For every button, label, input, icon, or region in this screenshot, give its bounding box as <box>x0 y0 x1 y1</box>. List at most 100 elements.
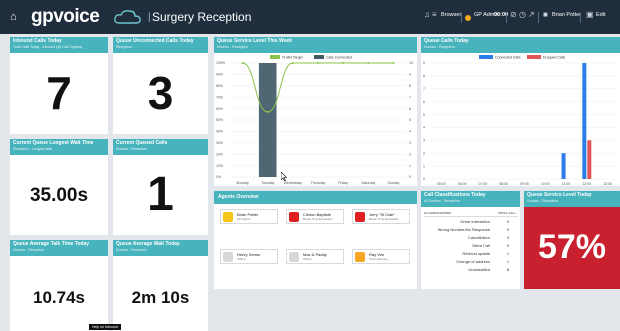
x-tick-label: 06:00 <box>458 182 467 186</box>
user-icon[interactable]: ■ <box>543 10 548 19</box>
divider <box>506 12 507 23</box>
classification-count: 0 <box>506 242 510 248</box>
kpi-value: 10.74s <box>33 288 85 307</box>
y2-tick-label: 0 <box>409 175 411 179</box>
bar <box>587 140 592 179</box>
x-tick-label: 11:00 <box>562 182 571 186</box>
x-tick-label: 08:00 <box>499 182 508 186</box>
legend-swatch <box>527 55 541 59</box>
home-icon[interactable]: ⌂ <box>10 11 17 23</box>
user-name[interactable]: Brian Potter <box>552 12 581 18</box>
x-tick-label: Monday <box>236 181 249 185</box>
line-point <box>342 62 345 64</box>
classification-label: Cancellation <box>467 234 490 240</box>
legend-label: Dropped Calls <box>543 56 565 60</box>
agent-card[interactable]: Jerry "St Clair" Break Time Exceeded <box>352 209 410 224</box>
browser-button[interactable]: Browser <box>441 12 461 18</box>
x-tick-label: 09:00 <box>520 182 529 186</box>
agent-card[interactable]: Brian Potter GP Admin <box>220 209 278 224</box>
card-header[interactable]: Inbound Calls Today Total Calls Today - … <box>10 37 108 53</box>
headset-icon[interactable]: ♫ <box>424 10 430 19</box>
y-tick-label: 5 <box>423 113 425 117</box>
card-header[interactable]: Queue Average Wait Today Doctors - Recep… <box>113 240 208 256</box>
y-tick-label: 7 <box>423 87 425 91</box>
classification-label: Referral update <box>462 250 490 256</box>
agent-status-icon <box>289 212 299 222</box>
line-point <box>241 62 244 64</box>
agent-status-icon <box>355 212 365 222</box>
top-bar: ⌂ gpvoice | Surgery Reception ♫ ≡ Browse… <box>0 0 620 34</box>
card-header[interactable]: Current Queued Calls Doctors - Reception <box>113 139 208 155</box>
card-subtitle: Reception - Longest Wait <box>13 147 53 151</box>
queue-calls-today-card: Queue Calls Today Doctors - Reception Co… <box>421 37 620 186</box>
table-row: Great Interaction 0 <box>424 217 518 226</box>
card-title: Queue Average Talk Time Today <box>13 241 90 247</box>
x-tick-label: Sunday <box>387 181 399 185</box>
clock-icon[interactable]: ⊘ <box>510 10 517 19</box>
transfer-icon[interactable]: ↗ <box>528 10 535 19</box>
agent-card[interactable]: Ray Von Team Meeting <box>352 249 410 264</box>
agent-card[interactable]: Henry Senior Offline <box>220 249 278 264</box>
divider <box>538 12 539 23</box>
classification-label: Wrong Number/No Response <box>437 226 490 232</box>
x-tick-label: Tuesday <box>261 181 275 185</box>
divider <box>461 12 462 23</box>
kpi-value: 3 <box>147 67 174 119</box>
card-header[interactable]: Queue Unconnected Calls Today Reception <box>113 37 208 53</box>
card-title: Current Queue Longest Wait Time <box>13 140 94 146</box>
table-row: Unclassified 8 <box>424 265 518 273</box>
table-row: Silent Call 0 <box>424 241 518 249</box>
legend-label: % Met Target <box>282 56 303 60</box>
y-tick-label: 9 <box>423 61 425 65</box>
card-title: Call Classifications Today <box>424 192 486 198</box>
x-tick-label: 05:00 <box>437 182 446 186</box>
inbound-calls-card: Inbound Calls Today Total Calls Today - … <box>10 37 108 134</box>
longest-wait-card: Current Queue Longest Wait Time Receptio… <box>10 139 108 235</box>
app-logo[interactable]: gpvoice <box>31 6 100 28</box>
queue-calls-today-chart: Connected Calls Dropped Calls 0 1 2 3 4 5 6 7 8 9 05… <box>423 55 618 186</box>
edit-button[interactable]: Edit <box>596 12 605 18</box>
service-level-panel: 57% <box>524 207 620 289</box>
y2-tick-label: 5 <box>409 118 411 122</box>
mouse-cursor-icon <box>281 172 287 181</box>
help-tooltip: Help on Inbound <box>89 324 121 330</box>
bar <box>582 63 587 179</box>
card-subtitle: Total Calls Today - Inbound (All Call Op… <box>13 45 83 49</box>
card-subtitle: Doctors - Reception <box>116 147 147 151</box>
table-row: Change of address 1 <box>424 257 518 265</box>
classification-label: Unclassified <box>468 266 490 272</box>
y-tick-label: 4 <box>423 126 425 130</box>
unconnected-calls-card: Queue Unconnected Calls Today Reception … <box>113 37 208 134</box>
card-subtitle: Doctors - Reception <box>13 248 44 252</box>
y-tick-label: 100% <box>216 61 225 65</box>
agent-status-icon <box>289 252 299 262</box>
grid-icon[interactable]: ≡ <box>432 10 437 19</box>
card-header[interactable]: Queue Average Talk Time Today Doctors - … <box>10 240 108 256</box>
y2-tick-label: 8 <box>409 84 411 88</box>
service-level-value: 57% <box>537 228 607 266</box>
legend-swatch <box>270 55 280 59</box>
y-tick-label: 70% <box>216 95 223 99</box>
card-header[interactable]: Call Classifications Today All Doctors -… <box>421 191 520 207</box>
voicemail-icon[interactable]: ◷ <box>519 10 526 19</box>
agent-card[interactable]: Max & Paddy Offline <box>286 249 344 264</box>
card-header[interactable]: Current Queue Longest Wait Time Receptio… <box>10 139 108 155</box>
agent-status: Team Meeting <box>369 257 388 261</box>
x-tick-label: 10:00 <box>541 182 550 186</box>
card-header[interactable]: Queue Service Level This Week Doctors - … <box>214 37 417 53</box>
y-tick-label: 2 <box>423 151 425 155</box>
classification-count: 1 <box>506 258 510 264</box>
agent-status: Break Time Exceeded <box>303 217 333 221</box>
card-subtitle: Doctors - Reception <box>217 45 248 49</box>
agent-card[interactable]: Clinton Baptiste Break Time Exceeded <box>286 209 344 224</box>
card-header[interactable]: Queue Service Level Today Doctors - Rece… <box>524 191 620 207</box>
agent-status: Break Time Exceeded <box>369 217 399 221</box>
y2-tick-label: 9 <box>409 73 411 77</box>
lock-icon[interactable]: ▣ <box>586 10 594 19</box>
card-header[interactable]: Queue Calls Today Doctors - Reception <box>421 37 620 53</box>
y-tick-label: 8 <box>423 74 425 78</box>
page-title: Surgery Reception <box>152 10 252 24</box>
card-title: Queue Service Level This Week <box>217 38 292 44</box>
agent-status: Offline <box>237 257 246 261</box>
y-tick-label: 50% <box>216 118 223 122</box>
